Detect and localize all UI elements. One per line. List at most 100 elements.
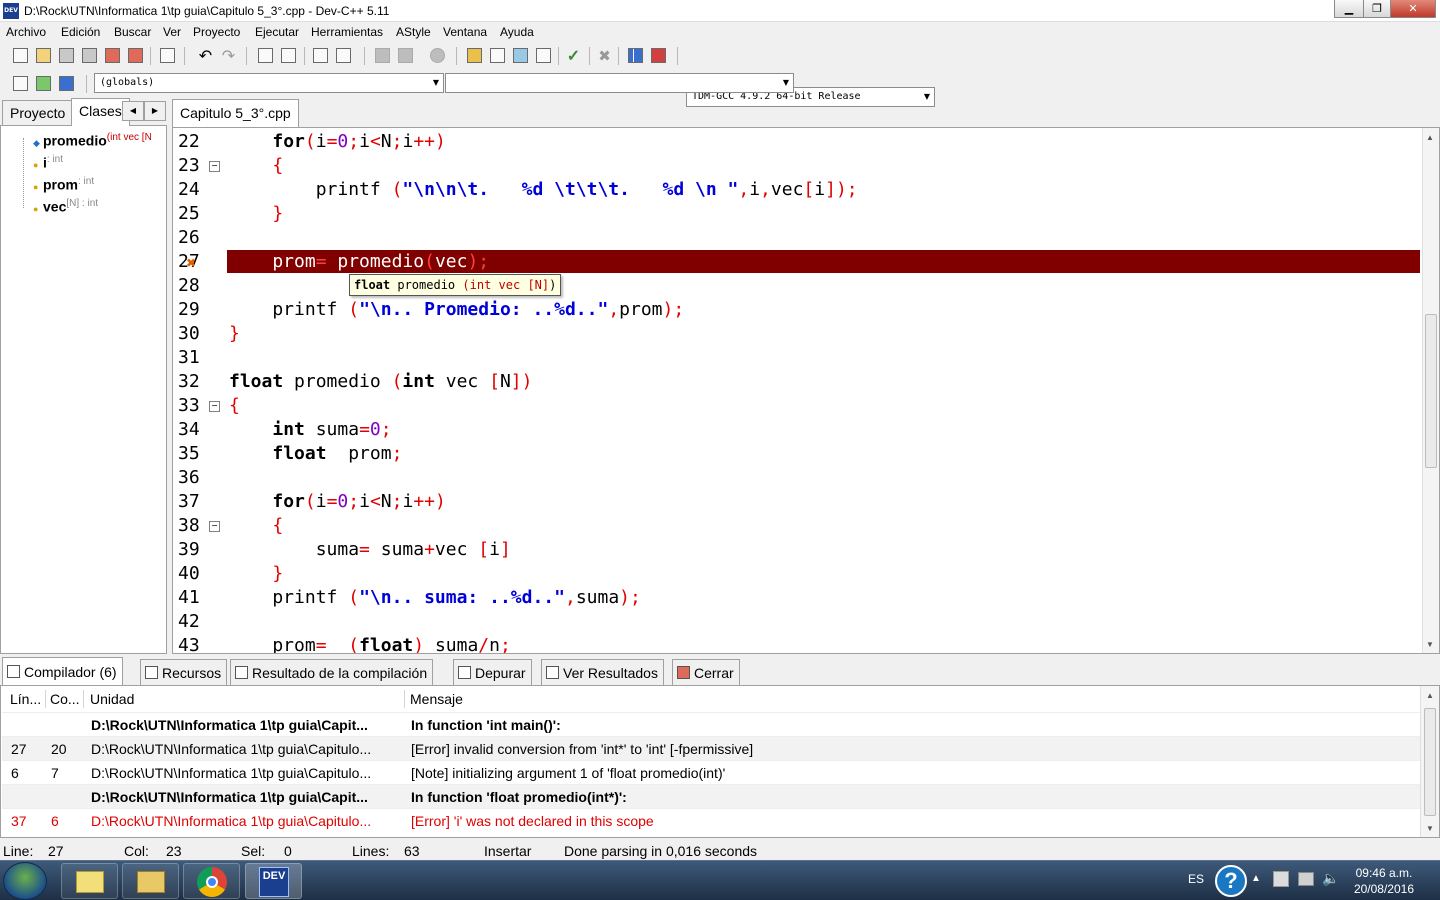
menu-buscar[interactable]: Buscar [114,25,151,39]
delete-profile-button[interactable] [648,45,669,66]
scope-select[interactable]: (globals) ▼ [94,73,444,93]
undo-button[interactable]: ↶ [195,45,216,66]
editor-scrollbar[interactable]: ▲ ▼ [1422,128,1439,653]
variable-icon: ● [33,181,39,192]
close-button[interactable]: ✕ [1390,0,1436,18]
insert-button[interactable] [10,73,31,94]
check-syntax-button[interactable]: ✓ [563,45,584,66]
tab-cerrar[interactable]: Cerrar [672,659,740,685]
col-header-message[interactable]: Mensaje [410,688,463,710]
clock[interactable]: 09:46 a.m. 20/08/2016 [1354,865,1414,897]
menu-ayuda[interactable]: Ayuda [500,25,534,39]
print-button[interactable] [157,45,178,66]
messages-scrollbar[interactable]: ▲ ▼ [1420,686,1439,837]
tab-resultado-compilacion[interactable]: Resultado de la compilación [230,659,434,685]
menu-ver[interactable]: Ver [163,25,181,39]
compiler-messages: Lín... Co... Unidad Mensaje D:\Rock\UTN\… [0,685,1440,838]
indent-button[interactable] [372,45,393,66]
menu-proyecto[interactable]: Proyecto [193,25,240,39]
scrollbar-thumb[interactable] [1425,314,1437,468]
start-button[interactable] [3,862,47,900]
menu-astyle[interactable]: AStyle [396,25,431,39]
tab-recursos[interactable]: Recursos [140,659,228,685]
tray-expand-icon[interactable]: ▲ [1251,873,1261,884]
find-button[interactable] [255,45,276,66]
save-button[interactable] [56,45,77,66]
message-text: In function 'int main()': [411,717,561,733]
col-header-unit[interactable]: Unidad [90,688,134,710]
tab-scroll-left-button[interactable]: ◀ [122,101,144,121]
new-project-button[interactable] [464,45,485,66]
scope-select-value: (globals) [100,77,155,88]
menu-edicion[interactable]: Edición [61,25,100,39]
new-file-button[interactable] [10,45,31,66]
close-file-button[interactable] [102,45,123,66]
full-screen-button[interactable] [487,45,508,66]
taskbar-explorer[interactable] [122,863,179,899]
message-row[interactable]: D:\Rock\UTN\Informatica 1\tp guia\Capit.… [2,784,1420,808]
bookmark-button[interactable] [333,45,354,66]
menu-herramientas[interactable]: Herramientas [311,25,383,39]
taskbar-devcpp[interactable]: DEV [245,863,302,899]
message-row[interactable]: 37 6 D:\Rock\UTN\Informatica 1\tp guia\Cap… [2,808,1420,832]
maximize-button[interactable]: ❐ [1363,0,1391,18]
replace-icon [281,48,296,63]
tab-scroll-right-button[interactable]: ▶ [144,101,166,121]
redo-button[interactable]: ↷ [218,45,239,66]
stop-button[interactable]: ✖ [594,45,615,66]
language-indicator[interactable]: ES [1188,872,1204,886]
unindent-button[interactable] [395,45,416,66]
unindent-icon [398,48,413,63]
taskbar-chrome[interactable] [183,863,240,899]
menu-ejecutar[interactable]: Ejecutar [255,25,299,39]
menu-bar: Archivo Edición Buscar Ver Proyecto Ejec… [0,22,1440,42]
line-number: 39 [178,539,200,560]
taskbar-notes[interactable] [61,863,118,899]
insert-icon [13,76,28,91]
tab-depurar[interactable]: Depurar [453,659,532,685]
goto-button[interactable] [33,73,54,94]
menu-archivo[interactable]: Archivo [6,25,46,39]
new-class-button[interactable] [510,45,531,66]
tab-clases[interactable]: Clases [71,98,130,126]
scrollbar-thumb[interactable] [1424,708,1436,816]
editor-tab[interactable]: Capitulo 5_3°.cpp [172,99,299,127]
fold-toggle[interactable]: − [209,521,220,532]
message-row[interactable]: 6 7 D:\Rock\UTN\Informatica 1\tp guia\Capi… [2,760,1420,784]
tree-item-vec[interactable]: ● vec[N] : int [33,198,98,218]
function-select[interactable]: ▼ [445,73,794,93]
close-all-button[interactable] [125,45,146,66]
tree-item-i[interactable]: ● i: int [33,154,63,174]
tab-ver-resultados[interactable]: Ver Resultados [541,659,664,685]
volume-icon[interactable]: 🔈 [1322,870,1339,887]
col-header-column[interactable]: Co... [50,688,80,710]
open-button[interactable] [33,45,54,66]
help-icon[interactable]: ? [1215,865,1247,897]
save-all-button[interactable] [79,45,100,66]
col-header-line[interactable]: Lín... [10,688,41,710]
fold-toggle[interactable]: − [209,161,220,172]
network-icon[interactable] [1298,872,1314,886]
tree-item-prom[interactable]: ● prom: int [33,176,94,196]
chevron-down-icon: ▼ [782,78,789,87]
replace-button[interactable] [278,45,299,66]
menu-ventana[interactable]: Ventana [443,25,487,39]
tree-item-promedio[interactable]: ◆ promedio(int vec [N [33,132,152,152]
message-row[interactable]: 27 20 D:\Rock\UTN\Informatica 1\tp guia\Ca… [2,736,1420,760]
taskbar: DEV ES ? ▲ 🔈 09:46 a.m. 20/08/2016 [0,860,1440,900]
goto-line-button[interactable] [310,45,331,66]
toolbar-separator [456,47,457,65]
action-center-icon[interactable] [1273,871,1289,887]
message-row[interactable]: D:\Rock\UTN\Informatica 1\tp guia\Capit.… [2,712,1420,736]
code-line: float prom; [272,443,403,464]
toggle-bookmark-button[interactable] [56,73,77,94]
fold-toggle[interactable]: − [209,401,220,412]
toggle-comment-button[interactable] [427,45,448,66]
profile-button[interactable] [625,45,646,66]
message-text: [Note] initializing argument 1 of 'float… [411,765,726,781]
minimize-button[interactable]: ▁ [1334,0,1364,18]
tile-windows-button[interactable] [533,45,554,66]
code-editor[interactable]: 22 23 24 25 26 27 28 29 30 31 32 33 34 3… [172,127,1440,654]
tab-compilador[interactable]: Compilador (6) [2,657,123,685]
tab-proyecto[interactable]: Proyecto [2,100,74,126]
